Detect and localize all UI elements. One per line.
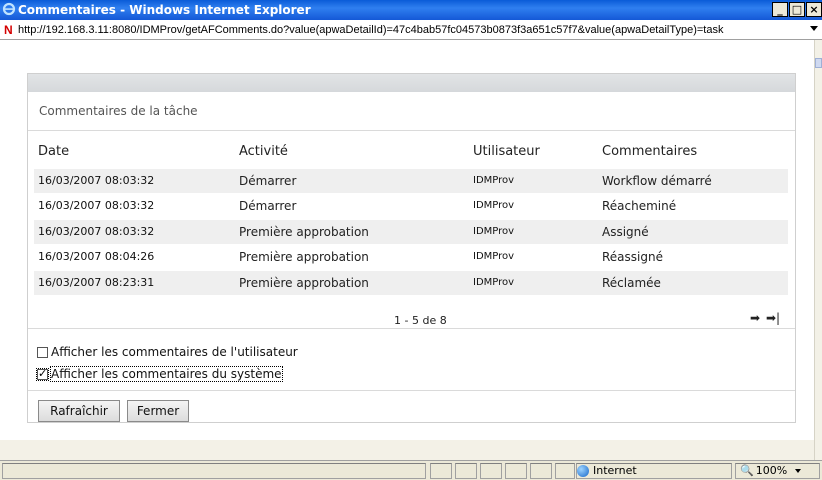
cell-activity: Première approbation xyxy=(239,250,369,264)
show-system-comments-label: Afficher les commentaires du système xyxy=(50,366,283,382)
pagination-info: 1 - 5 de 8 xyxy=(394,314,447,327)
show-user-comments-label: Afficher les commentaires de l'utilisate… xyxy=(51,345,298,359)
divider xyxy=(28,390,795,391)
cell-user: IDMProv xyxy=(473,175,515,186)
table-row: 16/03/2007 08:03:32 Démarrer IDMProv Wor… xyxy=(34,169,788,193)
address-bar[interactable]: N http://192.168.3.11:8080/IDMProv/getAF… xyxy=(0,20,822,40)
minimize-button[interactable]: _ xyxy=(772,2,788,17)
window-controls: _ □ × xyxy=(771,2,822,17)
cell-comment: Réclamée xyxy=(602,276,661,290)
cell-comment: Réassigné xyxy=(602,250,663,264)
close-window-button[interactable]: × xyxy=(806,2,822,17)
cell-user: IDMProv xyxy=(473,251,515,262)
column-header-activity: Activité xyxy=(239,144,288,159)
column-header-date: Date xyxy=(38,144,70,159)
show-user-comments-checkbox[interactable] xyxy=(37,346,48,358)
site-favicon-icon: N xyxy=(4,23,13,37)
cell-date: 16/03/2007 08:03:32 xyxy=(38,174,155,187)
status-segment xyxy=(555,463,575,479)
scroll-thumb[interactable] xyxy=(815,58,822,68)
security-zone-info: Internet xyxy=(577,463,637,479)
table-row: 16/03/2007 08:03:32 Première approbation… xyxy=(34,220,788,244)
cell-user: IDMProv xyxy=(473,200,515,211)
address-url[interactable]: http://192.168.3.11:8080/IDMProv/getAFCo… xyxy=(18,24,723,36)
cell-activity: Première approbation xyxy=(239,276,369,290)
show-user-comments-option[interactable]: Afficher les commentaires de l'utilisate… xyxy=(37,345,298,359)
comments-panel: Commentaires de la tâche Date Activité U… xyxy=(27,73,796,423)
security-zone-label: Internet xyxy=(593,464,637,477)
panel-header-bar xyxy=(28,74,795,92)
cell-date: 16/03/2007 08:23:31 xyxy=(38,276,155,289)
status-text-area xyxy=(2,463,426,479)
cell-comment: Workflow démarré xyxy=(602,174,712,188)
status-segment xyxy=(480,463,502,479)
cell-user: IDMProv xyxy=(473,226,515,237)
next-page-icon[interactable]: ➡ xyxy=(750,311,760,325)
column-header-user: Utilisateur xyxy=(473,144,540,159)
status-segment xyxy=(505,463,527,479)
table-row: 16/03/2007 08:23:31 Première approbation… xyxy=(34,271,788,295)
zoom-level: 100% xyxy=(755,464,788,477)
maximize-button[interactable]: □ xyxy=(789,2,805,17)
ie-logo-icon xyxy=(2,2,16,16)
show-system-comments-option[interactable]: Afficher les commentaires du système xyxy=(36,366,283,382)
cell-date: 16/03/2007 08:03:32 xyxy=(38,225,155,238)
table-row: 16/03/2007 08:04:26 Première approbation… xyxy=(34,245,788,269)
window-title-bar: Commentaires - Windows Internet Explorer… xyxy=(0,0,822,20)
cell-activity: Démarrer xyxy=(239,199,297,213)
status-segment xyxy=(430,463,452,479)
status-segment xyxy=(530,463,552,479)
window-title: Commentaires - Windows Internet Explorer xyxy=(18,3,311,17)
zoom-info[interactable]: 🔍 100% xyxy=(740,463,802,479)
status-segment xyxy=(455,463,477,479)
vertical-scrollbar[interactable] xyxy=(814,40,822,460)
status-bar: Internet 🔍 100% xyxy=(0,460,822,480)
column-header-comments: Commentaires xyxy=(602,144,698,159)
close-button[interactable]: Fermer xyxy=(127,400,189,422)
last-page-icon[interactable]: ➡| xyxy=(766,311,780,325)
show-system-comments-checkbox[interactable] xyxy=(36,367,49,381)
zoom-icon: 🔍 xyxy=(740,464,754,477)
cell-activity: Première approbation xyxy=(239,225,369,239)
cell-comment: Réacheminé xyxy=(602,199,677,213)
chevron-down-icon[interactable] xyxy=(810,26,818,31)
divider xyxy=(28,130,795,131)
divider xyxy=(28,328,795,329)
horizontal-scroll-area xyxy=(0,440,814,460)
cell-comment: Assigné xyxy=(602,225,649,239)
cell-date: 16/03/2007 08:03:32 xyxy=(38,199,155,212)
refresh-button[interactable]: Rafraîchir xyxy=(38,400,120,422)
table-row: 16/03/2007 08:03:32 Démarrer IDMProv Réa… xyxy=(34,194,788,218)
panel-title: Commentaires de la tâche xyxy=(39,104,198,118)
globe-icon xyxy=(577,465,589,477)
cell-user: IDMProv xyxy=(473,277,515,288)
cell-activity: Démarrer xyxy=(239,174,297,188)
chevron-down-icon[interactable] xyxy=(795,469,802,473)
page-viewport: Commentaires de la tâche Date Activité U… xyxy=(0,40,814,460)
cell-date: 16/03/2007 08:04:26 xyxy=(38,250,155,263)
